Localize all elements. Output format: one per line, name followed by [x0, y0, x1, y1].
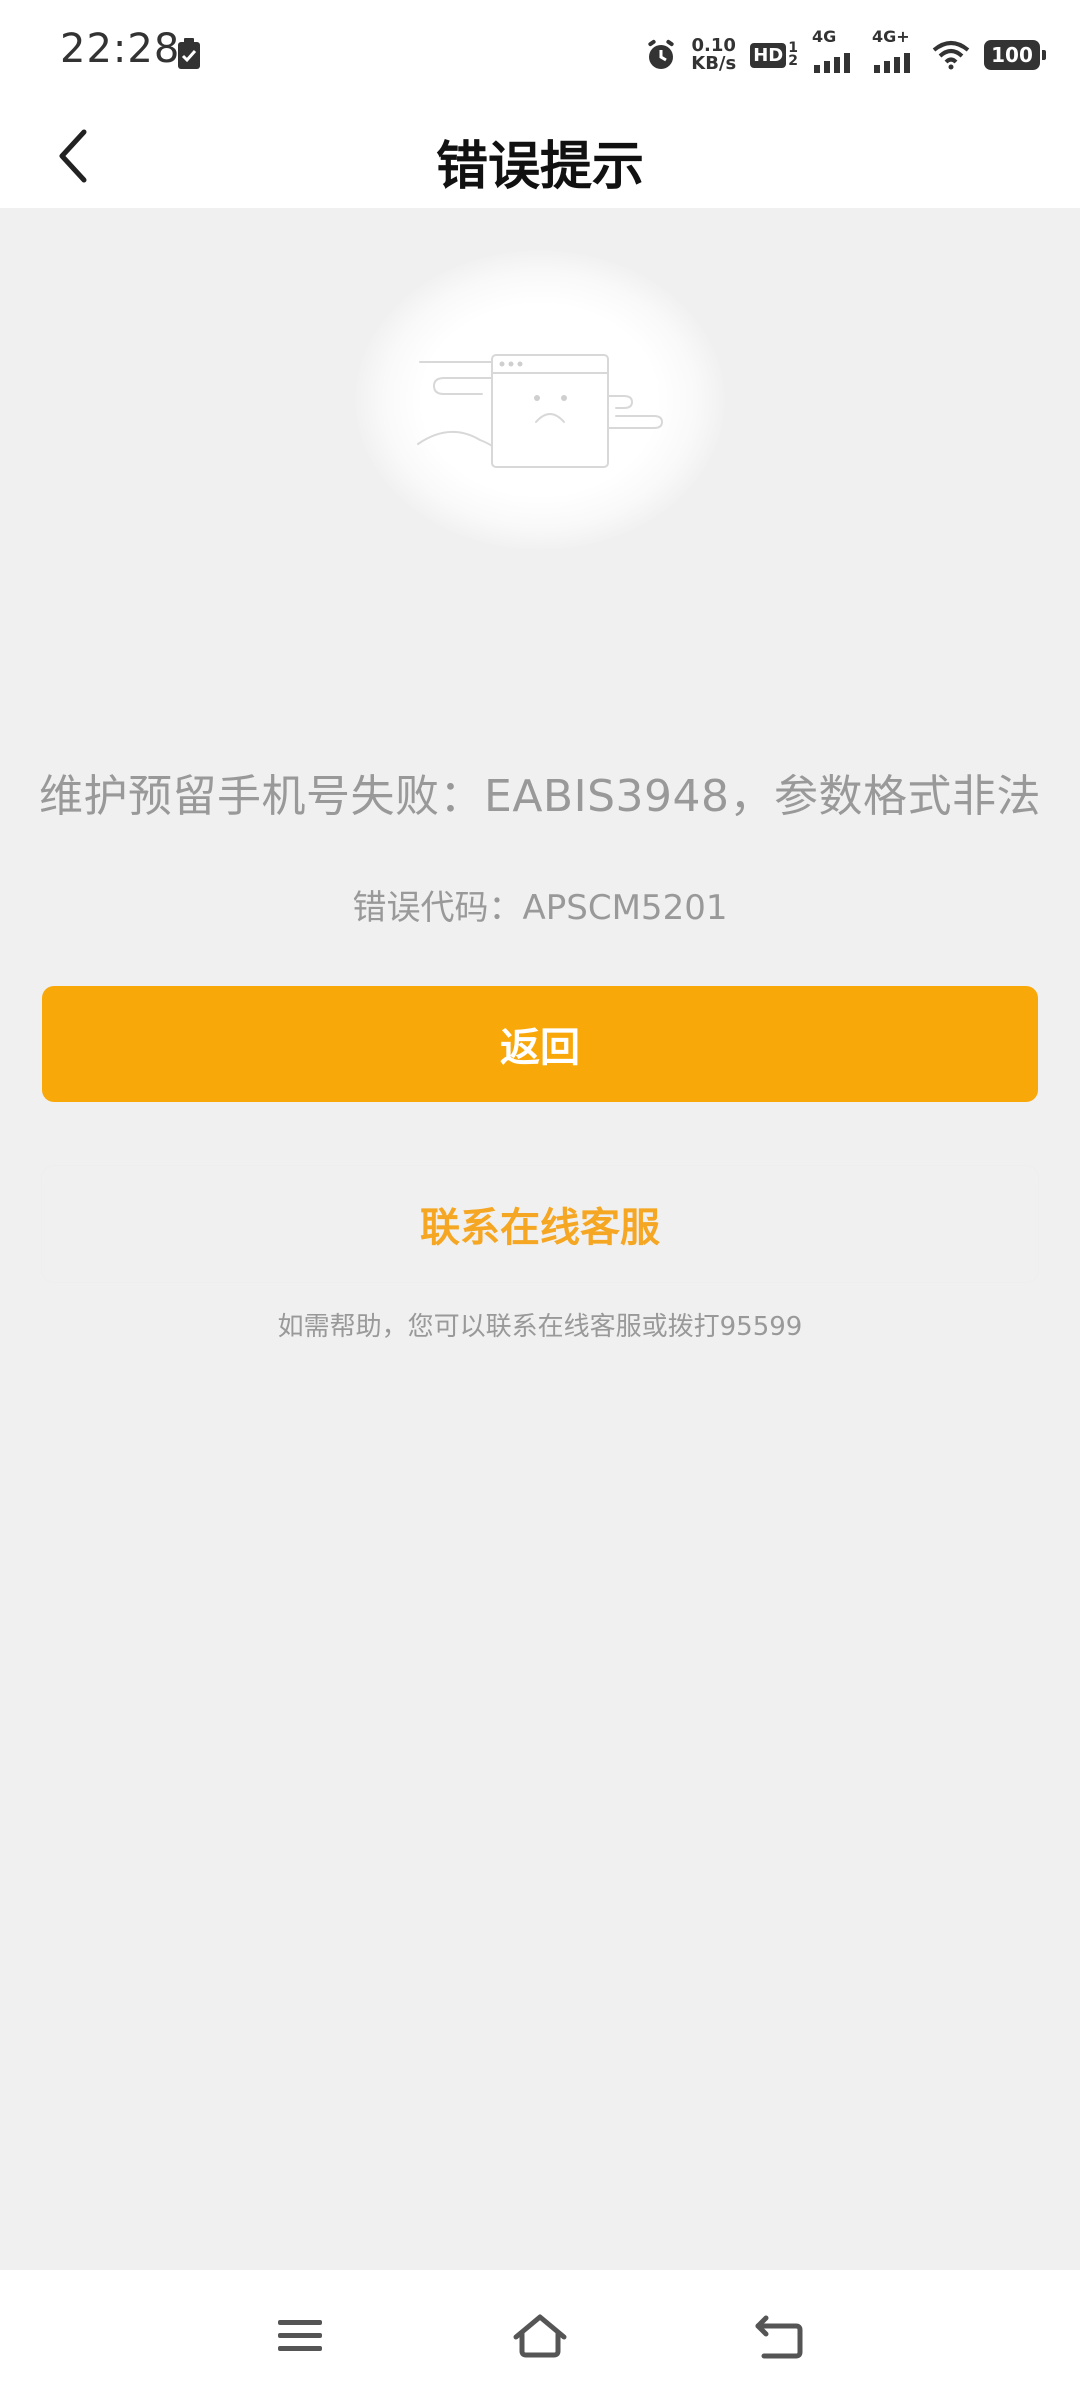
- help-text: 如需帮助，您可以联系在线客服或拨打95599: [277, 1312, 803, 1342]
- hd-label: HD: [750, 42, 787, 68]
- contact-service-label: 联系在线客服: [420, 1205, 660, 1251]
- sad-window-illustration: [417, 354, 664, 468]
- hd-icon: HD 12: [750, 40, 798, 69]
- sim2-network-label: 4G+: [872, 27, 910, 46]
- menu-icon: [278, 2320, 322, 2351]
- status-bar: 22:28 0.10 KB/s HD 12 4G 4G+ 100: [0, 0, 1080, 104]
- net-speed-unit: KB/s: [691, 53, 737, 74]
- sim1-network-label: 4G: [812, 27, 837, 46]
- wifi-icon: [932, 41, 970, 70]
- signal-bars: [874, 53, 910, 73]
- battery-icon: 100: [984, 40, 1046, 70]
- system-back-button[interactable]: [742, 2298, 818, 2374]
- system-nav-bar: [0, 2270, 1080, 2400]
- battery-level: 100: [991, 43, 1033, 67]
- page: 22:28 0.10 KB/s HD 12 4G 4G+ 100 错误提示 维护…: [0, 0, 1080, 2400]
- signal-icon-sim1: 4G: [812, 27, 858, 77]
- menu-button[interactable]: [262, 2298, 338, 2374]
- app-header: 错误提示: [0, 104, 1080, 208]
- home-button[interactable]: [502, 2298, 578, 2374]
- status-icons: 0.10 KB/s HD 12 4G 4G+ 100: [645, 27, 1046, 80]
- sim-indicator: 12: [788, 40, 798, 69]
- battery-saver-icon: [178, 38, 200, 69]
- alarm-icon: [648, 39, 674, 69]
- return-button[interactable]: 返回: [42, 986, 1038, 1102]
- contact-service-button[interactable]: 联系在线客服: [42, 1166, 1038, 1282]
- error-message: 维护预留手机号失败：EABIS3948，参数格式非法: [39, 771, 1041, 822]
- signal-bars: [814, 53, 850, 73]
- signal-icon-sim2: 4G+: [872, 27, 918, 77]
- net-speed: 0.10 KB/s: [691, 37, 736, 73]
- back-icon: [755, 2315, 803, 2359]
- page-title: 错误提示: [435, 137, 644, 197]
- status-time: 22:28: [60, 26, 181, 72]
- error-code: 错误代码：APSCM5201: [352, 888, 728, 928]
- home-icon: [513, 2314, 567, 2358]
- return-button-label: 返回: [500, 1025, 580, 1071]
